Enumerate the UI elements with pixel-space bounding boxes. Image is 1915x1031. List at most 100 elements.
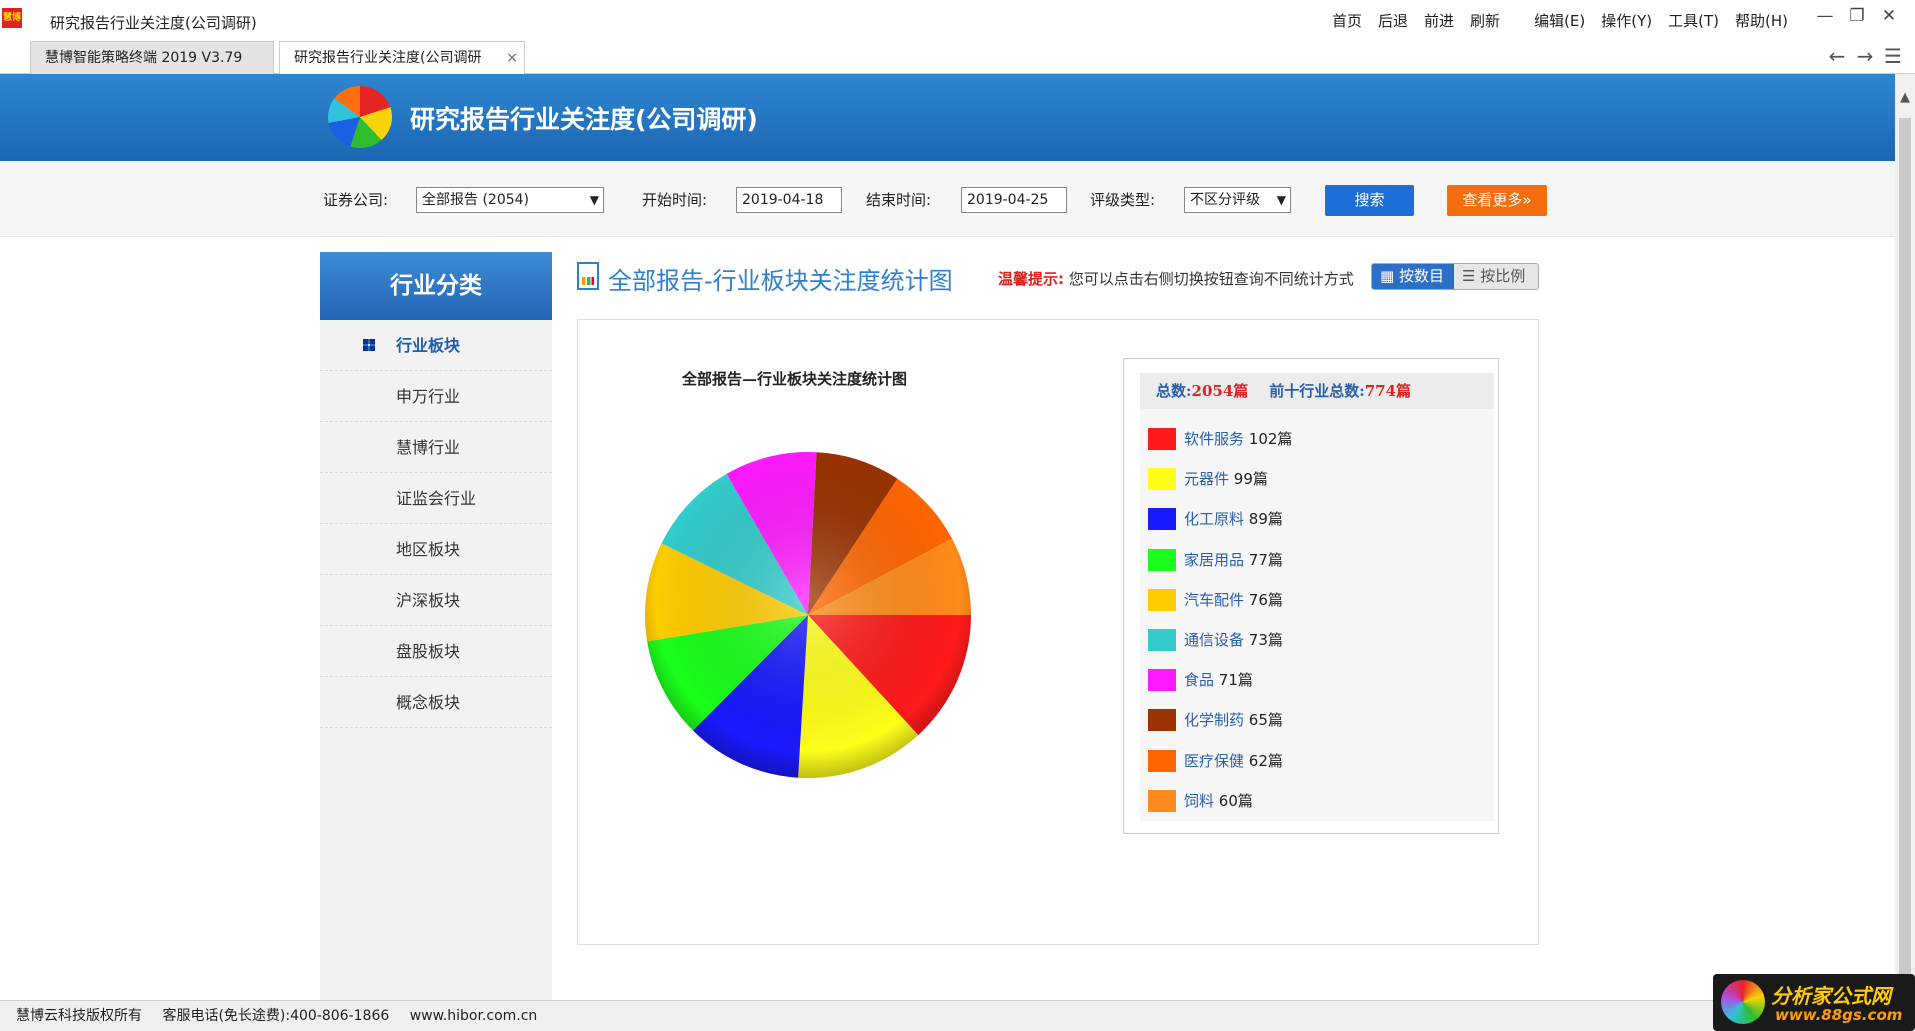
view-more-button[interactable]: 查看更多» xyxy=(1447,185,1547,216)
rating-select[interactable]: 不区分评级 ▼ xyxy=(1184,187,1291,213)
pie-chart xyxy=(645,452,971,778)
legend-text: 汽车配件 76篇 xyxy=(1184,588,1283,612)
legend-swatch xyxy=(1148,629,1176,651)
total-value: 2054篇 xyxy=(1191,382,1249,400)
menu-help[interactable]: 帮助(H) xyxy=(1735,10,1788,31)
legend-name[interactable]: 食品 xyxy=(1184,671,1214,689)
content-title: 全部报告-行业板块关注度统计图 xyxy=(608,267,953,295)
legend-name[interactable]: 汽车配件 xyxy=(1184,591,1244,609)
legend-name[interactable]: 饲料 xyxy=(1184,792,1214,810)
sidebar-item-label: 慧博行业 xyxy=(396,438,461,457)
legend-swatch xyxy=(1148,749,1176,772)
scroll-thumb[interactable] xyxy=(1899,118,1911,994)
chart-panel: 全部报告—行业板块关注度统计图 总数:2054篇 前十行业总数:774篇 软件服… xyxy=(577,319,1539,945)
website-link[interactable]: www.hibor.com.cn xyxy=(410,1008,538,1024)
tab-close-icon[interactable]: × xyxy=(506,42,518,74)
legend-count: 77篇 xyxy=(1248,550,1283,569)
by-ratio-toggle[interactable]: ☰ 按比例 xyxy=(1454,264,1538,289)
window-controls: — ❐ ✕ xyxy=(1809,6,1905,26)
watermark-title: 分析家公式网 xyxy=(1771,984,1891,1008)
broker-select[interactable]: 全部报告 (2054) ▼ xyxy=(416,187,604,213)
start-date-input[interactable]: 2019-04-18 xyxy=(736,187,842,213)
legend-swatch xyxy=(1148,428,1176,450)
legend-count: 102篇 xyxy=(1248,430,1293,448)
sidebar-item-label: 行业板块 xyxy=(396,336,461,355)
sidebar-item-hibor[interactable]: 慧博行业 xyxy=(320,422,552,473)
sidebar-item-cap-size[interactable]: 盘股板块 xyxy=(320,626,552,677)
legend-text: 化学制药 65篇 xyxy=(1184,708,1283,732)
legend-swatch xyxy=(1148,588,1176,611)
sidebar-item-label: 申万行业 xyxy=(396,387,461,406)
sidebar-item-shsz[interactable]: 沪深板块 xyxy=(320,575,552,626)
menu-forward[interactable]: 前进 xyxy=(1424,10,1454,31)
legend-name[interactable]: 元器件 xyxy=(1184,470,1229,488)
menu-refresh[interactable]: 刷新 xyxy=(1470,10,1500,31)
legend-name[interactable]: 软件服务 xyxy=(1184,430,1244,448)
watermark-url: www.88gs.com xyxy=(1775,1006,1903,1024)
menu-tools[interactable]: 工具(T) xyxy=(1668,10,1719,31)
tab-label: 慧博智能策略终端 2019 V3.79 xyxy=(45,50,243,66)
menu-edit[interactable]: 编辑(E) xyxy=(1534,10,1585,31)
end-date-label: 结束时间: xyxy=(866,191,932,209)
tip-text: 温馨提示: 您可以点击右侧切换按钮查询不同统计方式 xyxy=(998,268,1354,289)
legend-text: 通信设备 73篇 xyxy=(1184,628,1283,652)
legend-count: 65篇 xyxy=(1248,711,1283,730)
legend-name[interactable]: 化学制药 xyxy=(1184,711,1244,729)
legend-count: 89篇 xyxy=(1248,510,1283,529)
legend-count: 71篇 xyxy=(1218,671,1253,690)
tab-terminal[interactable]: 慧博智能策略终端 2019 V3.79 xyxy=(30,41,274,74)
sidebar-item-csrc[interactable]: 证监会行业 xyxy=(320,473,552,524)
sidebar-item-label: 地区板块 xyxy=(396,540,461,559)
minimize-icon[interactable]: — xyxy=(1809,6,1841,26)
title-bar: 慧博 研究报告行业关注度(公司调研) 首页 后退 前进 刷新 编辑(E) 操作(… xyxy=(0,0,1915,40)
menu-home[interactable]: 首页 xyxy=(1332,10,1362,31)
legend-name[interactable]: 医疗保健 xyxy=(1184,752,1244,770)
rating-select-value: 不区分评级 xyxy=(1190,192,1260,208)
legend-text: 饲料 60篇 xyxy=(1184,789,1253,813)
report-chart-icon xyxy=(577,262,599,290)
menu-back[interactable]: 后退 xyxy=(1378,10,1408,31)
sidebar-item-label: 盘股板块 xyxy=(396,642,461,661)
sidebar-item-label: 沪深板块 xyxy=(396,591,461,610)
sidebar-item-concept[interactable]: 概念板块 xyxy=(320,677,552,728)
legend-text: 化工原料 89篇 xyxy=(1184,507,1283,531)
legend-count: 62篇 xyxy=(1248,751,1283,770)
tab-industry-attention[interactable]: 研究报告行业关注度(公司调研 × xyxy=(279,41,525,74)
legend-text: 医疗保健 62篇 xyxy=(1184,749,1283,773)
maximize-icon[interactable]: ❐ xyxy=(1841,6,1873,26)
sidebar-title: 行业分类 xyxy=(320,252,552,320)
sidebar-item-label: 概念板块 xyxy=(396,693,461,712)
sidebar-item-industry-sector[interactable]: 行业板块 xyxy=(320,320,552,371)
top10-label: 前十行业总数: xyxy=(1269,382,1365,400)
by-ratio-label: 按比例 xyxy=(1480,267,1526,285)
chevron-down-icon: ▼ xyxy=(1276,193,1286,207)
sidebar-item-label: 证监会行业 xyxy=(396,489,477,508)
arrow-left-icon[interactable]: ← xyxy=(1823,44,1851,68)
search-button[interactable]: 搜索 xyxy=(1325,185,1414,216)
menu-operate[interactable]: 操作(Y) xyxy=(1601,10,1652,31)
legend-count: 73篇 xyxy=(1248,631,1283,649)
grid-icon xyxy=(363,339,375,351)
close-icon[interactable]: ✕ xyxy=(1873,6,1905,26)
by-count-toggle[interactable]: ▦ 按数目 xyxy=(1372,264,1454,289)
legend-name[interactable]: 化工原料 xyxy=(1184,510,1244,528)
legend-name[interactable]: 通信设备 xyxy=(1184,631,1244,649)
sidebar-item-region[interactable]: 地区板块 xyxy=(320,524,552,575)
industry-sidebar: 行业分类 行业板块 申万行业 慧博行业 证监会行业 地区板块 沪深板块 盘股板块… xyxy=(320,252,552,1000)
tab-bar: 慧博智能策略终端 2019 V3.79 研究报告行业关注度(公司调研 × xyxy=(0,40,1915,74)
by-count-label: 按数目 xyxy=(1398,267,1444,285)
total-label: 总数: xyxy=(1156,382,1192,400)
legend-name[interactable]: 家居用品 xyxy=(1184,551,1244,569)
app-logo-icon: 慧博 xyxy=(2,8,22,28)
sidebar-item-shenwan[interactable]: 申万行业 xyxy=(320,371,552,422)
legend-swatch xyxy=(1148,709,1176,732)
end-date-input[interactable]: 2019-04-25 xyxy=(961,187,1067,213)
menu-list-icon[interactable]: ☰ xyxy=(1879,44,1907,68)
page-title: 研究报告行业关注度(公司调研) xyxy=(410,105,758,134)
menu-bar: 首页 后退 前进 刷新 编辑(E) 操作(Y) 工具(T) 帮助(H) xyxy=(1332,10,1804,31)
scroll-up-icon[interactable]: ▲ xyxy=(1895,90,1915,105)
grid-icon: ▦ xyxy=(1380,267,1399,285)
rating-label: 评级类型: xyxy=(1090,191,1156,209)
vertical-scrollbar[interactable]: ▲ xyxy=(1895,74,1915,1000)
arrow-right-icon[interactable]: → xyxy=(1851,44,1879,68)
